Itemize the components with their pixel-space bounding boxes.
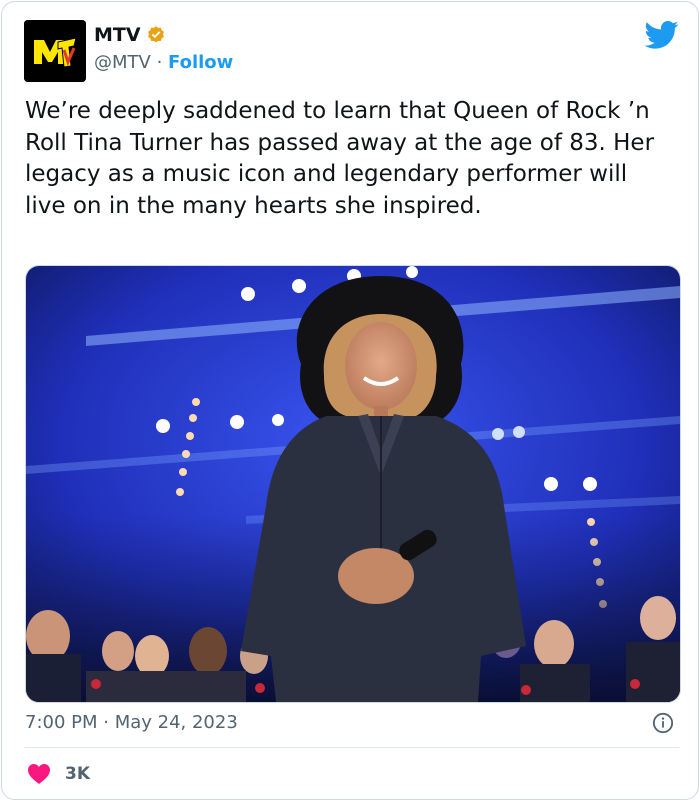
tweet-photo[interactable] <box>25 265 681 703</box>
mtv-logo <box>24 20 86 82</box>
account-name[interactable]: MTV <box>94 24 141 46</box>
account-name-row: MTV <box>94 24 166 46</box>
like-action[interactable]: 3K <box>27 763 90 785</box>
account-handle[interactable]: @MTV <box>94 52 151 73</box>
separator: · <box>150 52 169 73</box>
tweet-card: MTV @MTV · Follow We’re deeply saddened … <box>1 1 699 800</box>
tweet-text: We’re deeply saddened to learn that Quee… <box>25 98 655 219</box>
avatar[interactable] <box>24 20 86 82</box>
tweet-timestamp[interactable]: 7:00 PM · May 24, 2023 <box>25 712 238 733</box>
like-count: 3K <box>65 764 91 784</box>
verified-badge-icon <box>147 26 164 43</box>
handle-row: @MTV · Follow <box>94 52 233 73</box>
heart-icon[interactable] <box>27 763 51 785</box>
follow-button[interactable]: Follow <box>168 52 233 73</box>
info-icon[interactable] <box>652 712 674 734</box>
divider <box>25 747 679 748</box>
stage-photo <box>26 266 680 702</box>
twitter-bird-icon[interactable] <box>645 20 679 50</box>
